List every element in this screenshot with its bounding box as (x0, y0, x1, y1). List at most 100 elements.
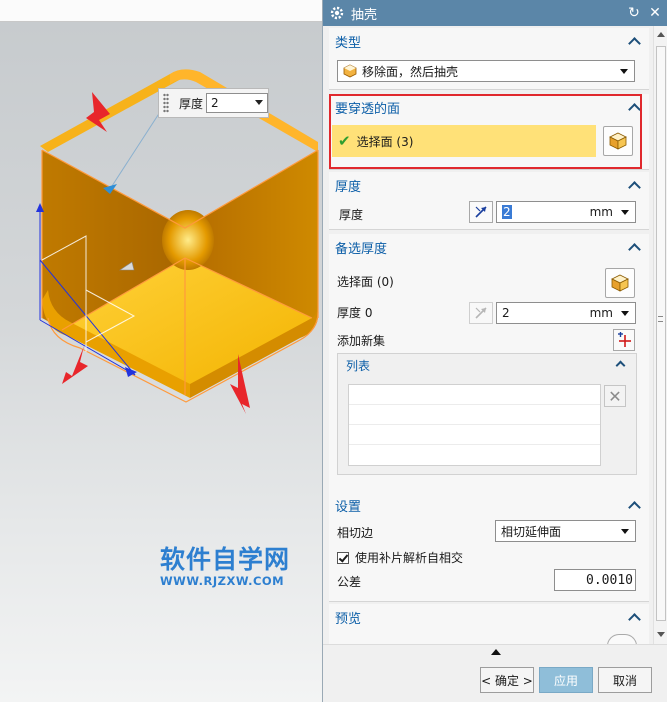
thickness-value: 2 (502, 205, 512, 219)
section-preview-header[interactable]: 预览 (329, 604, 649, 630)
shell-type-icon (343, 64, 357, 78)
face-select-button[interactable] (603, 126, 633, 156)
list-title: 列表 (346, 358, 371, 373)
section-preview: 预览 (329, 604, 649, 644)
chevron-up-icon (628, 36, 641, 50)
chevron-down-icon (621, 311, 629, 316)
section-settings-title: 设置 (335, 499, 362, 515)
watermark-cn: 软件自学网 (160, 545, 291, 574)
chevron-down-icon (255, 100, 263, 105)
dialog-footer: < 确定 > 应用 取消 (323, 644, 667, 702)
dialog-scrollbar[interactable] (653, 26, 667, 644)
add-set-row: 添加新集 (337, 332, 385, 349)
cube-icon (611, 274, 629, 292)
tolerance-input[interactable]: 0.0010 (554, 569, 636, 591)
tolerance-label: 公差 (337, 575, 362, 589)
watermark-en: WWW.RJZXW.COM (160, 574, 285, 588)
list-item[interactable] (349, 385, 600, 405)
cancel-button[interactable]: 取消 (598, 667, 652, 693)
ok-button[interactable]: < 确定 > (480, 667, 534, 693)
tangent-edge-label: 相切边 (337, 526, 374, 540)
chevron-down-icon (621, 210, 629, 215)
dialog-titlebar[interactable]: 抽壳 ↻ ✕ (323, 0, 667, 26)
tolerance-value: 0.0010 (586, 572, 633, 588)
type-value: 移除面，然后抽壳 (362, 64, 459, 79)
scroll-thumb[interactable] (656, 46, 666, 621)
section-alt-thickness-header[interactable]: 备选厚度 (329, 234, 649, 260)
type-dropdown[interactable]: 移除面，然后抽壳 (337, 60, 635, 82)
list-item[interactable] (349, 405, 600, 425)
alt-select-face-row: 选择面 (0) (337, 273, 394, 290)
shell-dialog: 抽壳 ↻ ✕ 类型 移除面，然后抽壳 要穿透的面 ✔ 选择面 (3) 厚度 厚度… (322, 0, 667, 702)
graphics-viewport[interactable]: 厚度 2 软件自学网 WWW.RJZXW.COM (0, 0, 322, 702)
chevron-up-icon (628, 500, 641, 514)
section-thickness-header[interactable]: 厚度 (329, 172, 649, 198)
patch-checkbox[interactable] (337, 551, 349, 564)
thickness-popup[interactable]: 厚度 2 (158, 88, 269, 118)
collapse-arrow-icon[interactable] (491, 649, 501, 655)
patch-label: 使用补片解析自相交 (355, 551, 464, 565)
list-item[interactable] (349, 445, 600, 465)
tangent-edge-dropdown[interactable]: 相切延伸面 (495, 520, 636, 542)
popup-thickness-label: 厚度 (179, 96, 204, 111)
reverse-direction-button[interactable] (469, 201, 493, 223)
thickness-input[interactable]: 2 mm (496, 201, 636, 223)
scroll-grip-icon (658, 316, 663, 322)
checkmark-icon: ✔ (338, 132, 351, 150)
dialog-content: 类型 移除面，然后抽壳 要穿透的面 ✔ 选择面 (3) 厚度 厚度 2 mm 备… (323, 26, 653, 644)
section-type-title: 类型 (335, 35, 362, 51)
tangent-edge-value: 相切延伸面 (501, 524, 562, 539)
alt-thickness-input[interactable]: 2 mm (496, 302, 636, 324)
reverse-direction-icon (475, 206, 487, 218)
reverse-direction-icon (475, 307, 487, 319)
gear-icon (330, 6, 344, 20)
cube-icon (609, 132, 627, 150)
section-type-header[interactable]: 类型 (329, 28, 649, 54)
delete-icon[interactable]: ✕ (604, 385, 626, 407)
chevron-up-icon (628, 612, 641, 626)
scroll-down-icon[interactable] (657, 632, 665, 637)
close-icon[interactable]: ✕ (646, 5, 664, 21)
apply-button[interactable]: 应用 (539, 667, 593, 693)
section-preview-title: 预览 (335, 611, 362, 627)
alt-thickness-value: 2 (502, 306, 510, 320)
alt-thickness-label: 厚度 0 (337, 306, 373, 320)
patch-option-row[interactable]: 使用补片解析自相交 (337, 549, 463, 566)
red-arrow-left (62, 346, 88, 384)
thickness-label: 厚度 (339, 207, 364, 222)
thickness-row: 厚度 (339, 204, 363, 224)
list-panel: 列表 ✕ (337, 353, 637, 475)
alt-thickness-unit: mm (589, 306, 613, 320)
section-thickness-title: 厚度 (335, 179, 362, 195)
list-panel-header[interactable]: 列表 (338, 354, 636, 376)
alt-face-select-button[interactable] (605, 268, 635, 298)
scroll-up-icon[interactable] (657, 32, 665, 37)
reset-icon[interactable]: ↻ (625, 5, 643, 21)
corner-blend (162, 210, 214, 270)
preview-show-result-button[interactable] (607, 634, 637, 644)
chevron-down-icon (620, 69, 628, 74)
popup-thickness-dropdown[interactable]: 2 (206, 93, 268, 113)
section-settings-header[interactable]: 设置 (329, 492, 649, 518)
popup-thickness-value: 2 (211, 96, 219, 110)
section-alt-thickness-title: 备选厚度 (335, 241, 388, 257)
section-type: 类型 移除面，然后抽壳 (329, 28, 649, 90)
popup-grip-handle[interactable] (163, 93, 169, 113)
select-face-row[interactable]: ✔ 选择面 (3) (332, 125, 596, 157)
set-list[interactable] (348, 384, 601, 466)
add-new-set-button[interactable] (613, 329, 635, 351)
alt-select-face-label: 选择面 (0) (337, 275, 394, 289)
chevron-up-icon (628, 180, 641, 194)
watermark: 软件自学网 WWW.RJZXW.COM (160, 540, 290, 588)
thickness-unit: mm (589, 205, 613, 219)
select-face-label: 选择面 (3) (356, 134, 414, 149)
alt-reverse-direction-button[interactable] (469, 302, 493, 324)
alt-thickness-row: 厚度 0 (337, 304, 372, 321)
tolerance-row: 公差 (337, 573, 361, 590)
dialog-title: 抽壳 (351, 7, 378, 23)
tangent-edge-row: 相切边 (337, 524, 373, 541)
add-set-label: 添加新集 (337, 334, 386, 348)
list-item[interactable] (349, 425, 600, 445)
chevron-up-icon (615, 360, 626, 371)
add-set-icon (618, 332, 631, 347)
